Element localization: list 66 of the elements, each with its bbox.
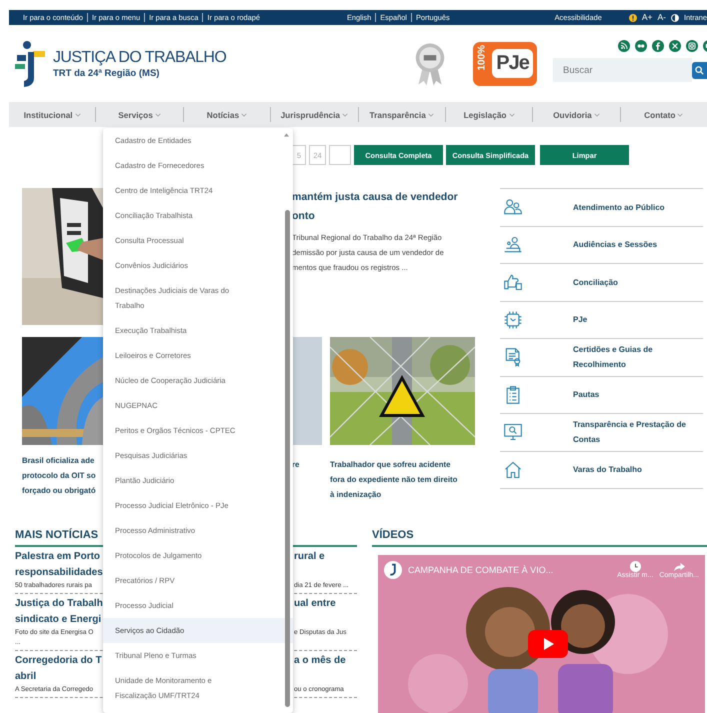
chevron-down-icon — [342, 112, 348, 116]
service-link[interactable]: Conciliação — [500, 263, 703, 300]
headline-fragment[interactable]: mantém justa causa de vendedor — [292, 188, 475, 207]
facebook-icon[interactable] — [652, 40, 664, 52]
channel-logo-icon[interactable] — [384, 561, 402, 579]
font-size-control[interactable]: A- — [657, 13, 666, 22]
chevron-down-icon — [594, 112, 600, 116]
pje-100-badge: 100% PJe — [473, 42, 538, 86]
chevron-down-icon — [241, 112, 248, 116]
chevron-down-icon — [508, 112, 514, 116]
logo-mark-icon — [15, 40, 45, 88]
service-link[interactable]: Certidões e Guias de Recolhimento — [500, 338, 703, 376]
service-link[interactable]: Atendimento ao Público — [500, 188, 703, 226]
service-link[interactable]: Varas do Trabalho — [500, 450, 703, 488]
site-title: JUSTIÇA DO TRABALHO — [53, 48, 226, 68]
nav-menu-item[interactable]: Jurisprudência — [270, 107, 358, 122]
scrollbar-thumb[interactable] — [285, 210, 290, 707]
news-title-fragment[interactable]: rural e — [294, 549, 357, 565]
news-title-fragment[interactable]: responsabilidades — [15, 565, 101, 581]
number-field[interactable] — [329, 145, 351, 165]
search-icon — [695, 66, 704, 74]
x-icon[interactable] — [669, 40, 681, 52]
service-link[interactable]: Transparência e Prestação de Contas — [500, 413, 703, 450]
house-icon — [503, 460, 523, 480]
site-subtitle: TRT da 24ª Região (MS) — [53, 68, 160, 79]
nav-menu-item[interactable]: Legislação — [444, 107, 532, 122]
service-link[interactable]: Audiências e Sessões — [500, 226, 703, 263]
chevron-down-icon — [74, 112, 81, 116]
meeting-icon — [503, 234, 523, 255]
thumbs-up-icon — [503, 272, 523, 292]
chip-icon — [503, 310, 523, 330]
search-field[interactable]: Buscar — [553, 58, 692, 82]
font-size-control[interactable]: A+ — [642, 13, 652, 22]
monitor-search-icon — [503, 422, 523, 442]
chevron-down-icon — [428, 112, 434, 116]
service-link[interactable]: Pautas — [500, 376, 703, 413]
nav-menu-item[interactable]: Institucional — [9, 107, 96, 122]
rss-icon[interactable] — [618, 40, 630, 52]
news-title-fragment[interactable]: a o mês de — [294, 653, 357, 669]
chevron-down-icon — [154, 112, 161, 116]
nav-menu-item[interactable]: Transparência — [358, 107, 445, 122]
service-link[interactable]: PJe — [500, 300, 703, 338]
certificate-icon — [503, 347, 523, 368]
search-button[interactable] — [692, 62, 707, 78]
section-heading: VÍDEOS — [372, 528, 707, 547]
news-title-fragment[interactable]: abril — [15, 669, 101, 685]
clock-icon — [630, 561, 641, 572]
scroll-up-arrow-icon[interactable] — [284, 133, 289, 137]
news-title-fragment[interactable]: sindicato e Energi — [15, 612, 101, 628]
flickr-icon[interactable] — [635, 40, 647, 52]
play-button-icon[interactable] — [528, 630, 568, 658]
news-title-fragment[interactable]: ual entre — [294, 596, 357, 612]
news-title-fragment[interactable]: Justiça do Trabalh — [15, 596, 101, 612]
award-seal-icon — [414, 40, 446, 86]
chevron-down-icon — [677, 112, 684, 116]
info-icon[interactable] — [628, 14, 637, 22]
share-arrow-icon — [674, 561, 685, 572]
nav-menu-item[interactable]: Serviços — [95, 107, 183, 122]
nav-menu-item[interactable]: Notícias — [182, 107, 270, 122]
nav-menu-item[interactable]: Contato — [620, 107, 707, 122]
news-title-fragment[interactable]: Corregedoria do T — [15, 653, 101, 669]
contrast-icon[interactable] — [670, 14, 679, 22]
instagram-icon[interactable] — [686, 40, 698, 52]
nav-menu-item[interactable]: Ouvidoria — [532, 107, 620, 122]
headline-fragment[interactable]: onto — [292, 207, 475, 226]
news-title-fragment[interactable]: Palestra em Porto — [15, 549, 101, 565]
